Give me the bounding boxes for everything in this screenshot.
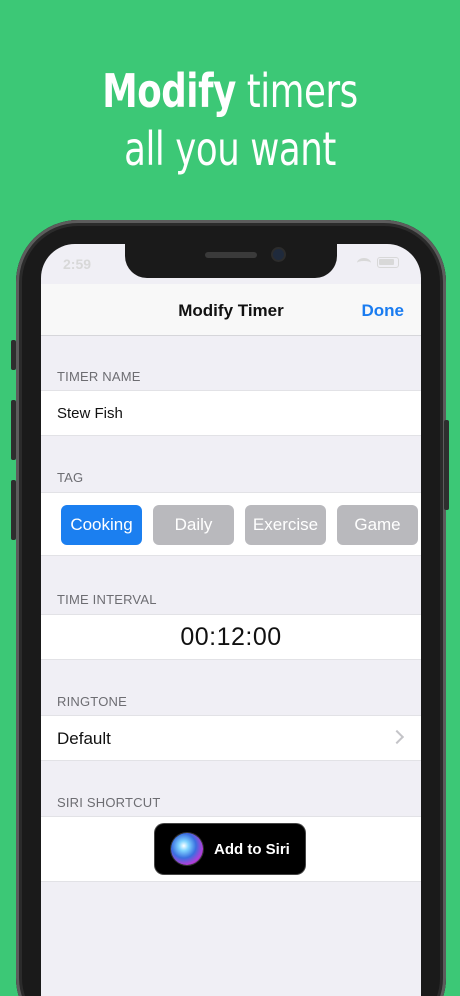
siri-shortcut-label: SIRI SHORTCUT <box>57 795 161 810</box>
side-button-mute <box>11 340 16 370</box>
timer-name-field[interactable]: Stew Fish <box>57 405 123 422</box>
time-interval-label: TIME INTERVAL <box>57 592 157 607</box>
status-time: 2:59 <box>63 256 92 272</box>
side-button-power <box>444 420 449 510</box>
headline-rest: timers <box>235 64 358 118</box>
wifi-icon <box>357 257 371 268</box>
siri-shortcut-cell: Add to Siri <box>41 816 421 882</box>
camera <box>273 249 284 260</box>
chevron-right-icon <box>389 729 405 745</box>
side-button-volume-up <box>11 400 16 460</box>
tag-exercise[interactable]: Exercise <box>245 505 326 545</box>
add-to-siri-button[interactable]: Add to Siri <box>155 824 305 874</box>
siri-icon <box>171 833 203 865</box>
ringtone-cell[interactable]: Default <box>41 715 421 761</box>
timer-name-label: TIMER NAME <box>57 369 141 384</box>
tag-label: TAG <box>57 470 84 485</box>
ringtone-value: Default <box>57 729 111 748</box>
headline-bold: Modify <box>102 64 236 118</box>
time-interval-value[interactable]: 00:12:00 <box>41 623 421 652</box>
battery-icon <box>377 257 399 268</box>
tag-list: Cooking Daily Exercise Game <box>61 505 418 545</box>
ringtone-label: RINGTONE <box>57 694 127 709</box>
tag-game[interactable]: Game <box>337 505 418 545</box>
phone-screen: 2:59 Modify Timer Done TIMER NAME Stew F… <box>41 244 421 996</box>
status-icons <box>357 257 399 268</box>
timer-name-cell[interactable]: Stew Fish <box>41 390 421 436</box>
promo-headline: Modify timers all you want <box>32 62 428 178</box>
add-to-siri-label: Add to Siri <box>214 840 290 858</box>
navigation-bar: Modify Timer Done <box>41 284 421 336</box>
time-interval-cell[interactable]: 00:12:00 <box>41 614 421 660</box>
headline-line2: all you want <box>124 122 336 176</box>
notch <box>125 244 337 278</box>
headline-line1: Modify timers <box>32 62 428 120</box>
done-button[interactable]: Done <box>362 301 405 321</box>
tag-cell: Cooking Daily Exercise Game <box>41 492 421 556</box>
tag-daily[interactable]: Daily <box>153 505 234 545</box>
tag-cooking[interactable]: Cooking <box>61 505 142 545</box>
speaker <box>205 252 257 258</box>
side-button-volume-down <box>11 480 16 540</box>
